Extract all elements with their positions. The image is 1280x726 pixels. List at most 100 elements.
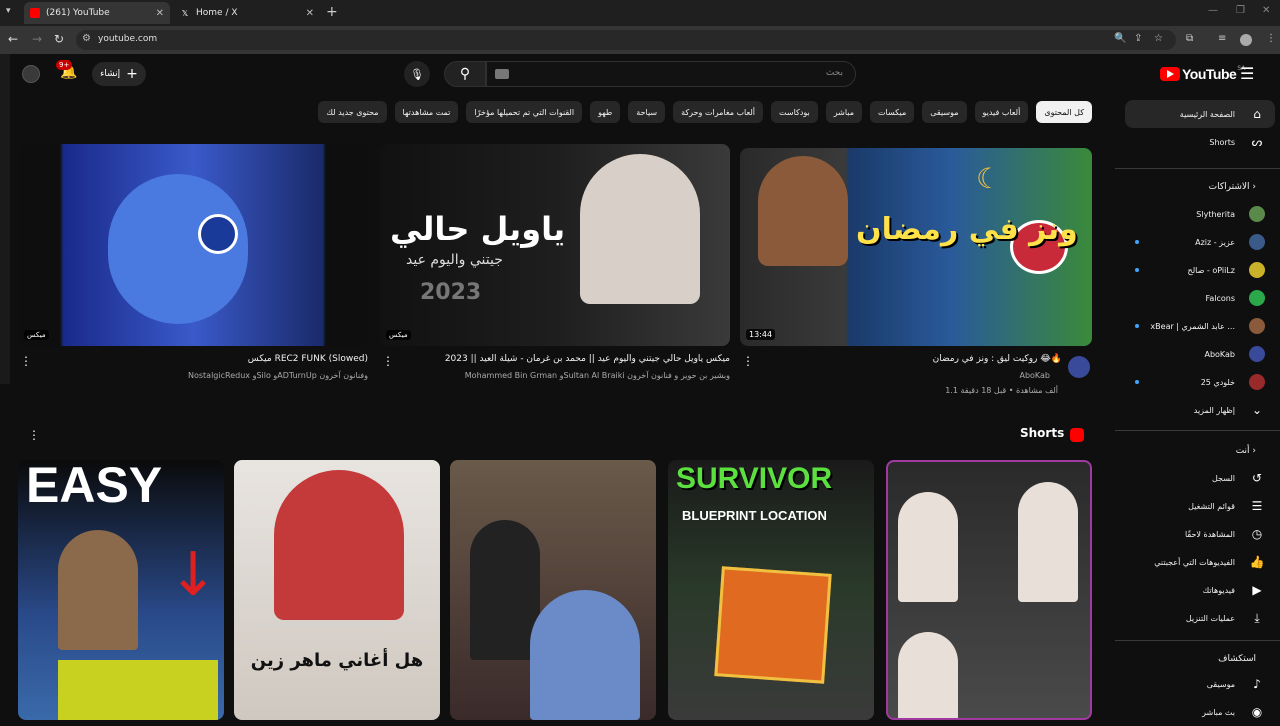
subscriptions-header[interactable]: الاشتراكات › — [1209, 182, 1256, 192]
sidebar-item-music[interactable]: موسيقى ♪ — [1125, 670, 1275, 698]
video-title[interactable]: ميكس ياويل حالي جيتني واليوم عيد || محمد… — [445, 354, 730, 364]
sidebar-item-live[interactable]: بث مباشر ◉ — [1125, 698, 1275, 726]
sidebar-item-sub[interactable]: Slytherita — [1125, 200, 1275, 228]
reload-icon[interactable]: ↻ — [54, 32, 64, 46]
sidebar-item-label: Shorts — [1209, 137, 1235, 147]
video-thumbnail[interactable]: ☾ ونز في رمضان 13:44 — [740, 148, 1092, 346]
red-arrow-icon: ↓ — [168, 540, 219, 610]
chip-action-adventure[interactable]: ألعاب مغامرات وحركة — [673, 101, 764, 123]
youtube-logo[interactable]: YouTube SA — [1160, 65, 1245, 82]
chip-podcasts[interactable]: بودكاست — [771, 101, 818, 123]
sidebar-item-sub[interactable]: AboKab — [1125, 340, 1275, 368]
minimize-icon[interactable]: — — [1208, 5, 1218, 16]
short-thumbnail[interactable]: EASY ↓ — [18, 460, 224, 720]
chip-cooking[interactable]: طهو — [590, 101, 621, 123]
short-thumbnail[interactable]: SURVIVOR BLUEPRINT LOCATION — [668, 460, 874, 720]
zoom-icon[interactable]: 🔍 — [1114, 33, 1126, 44]
home-icon: ⌂ — [1253, 107, 1261, 121]
search-input[interactable]: بحث — [486, 61, 856, 87]
cast-icon[interactable]: ⇪ — [1134, 33, 1142, 44]
more-options-icon[interactable]: ⋮ — [742, 354, 754, 368]
video-thumbnail[interactable]: ياويل حالي جيتني واليوم عيد 2023 ميكس — [380, 144, 730, 346]
youtube-logo-text: YouTube SA — [1160, 65, 1245, 82]
you-header[interactable]: أنت › — [1236, 446, 1256, 456]
channel-name[interactable]: AboKab — [1019, 371, 1050, 380]
omnibox[interactable]: ⚙ youtube.com — [76, 30, 1176, 50]
person-figure — [898, 632, 958, 718]
sidebar-item-shorts[interactable]: Shorts ᔕ — [1125, 128, 1275, 156]
short-thumbnail[interactable]: هل أغاني ماهر زين — [234, 460, 440, 720]
notifications-button[interactable]: 🔔 9+ — [56, 60, 77, 80]
chip-all[interactable]: كل المحتوى — [1036, 101, 1092, 123]
sidebar-item-show-more[interactable]: إظهار المزيد ⌄ — [1125, 396, 1275, 424]
back-icon[interactable]: ← — [8, 32, 18, 46]
new-content-dot — [1135, 268, 1139, 272]
chip-mixes[interactable]: ميكسات — [870, 101, 915, 123]
chip-tourism[interactable]: سياحة — [628, 101, 666, 123]
voice-search-button[interactable]: 🎙 — [404, 61, 430, 87]
profile-avatar[interactable] — [1240, 34, 1252, 46]
bookmark-star-icon[interactable]: ☆ — [1154, 33, 1163, 44]
music-icon: ♪ — [1253, 677, 1261, 691]
sidebar-item-label: Slytherita — [1196, 209, 1235, 219]
short-thumbnail[interactable] — [450, 460, 656, 720]
chip-watched[interactable]: تمت مشاهدتها — [394, 101, 459, 123]
sidebar-item-history[interactable]: السجل ↺ — [1125, 464, 1275, 492]
download-icon: ⤓ — [1254, 610, 1260, 625]
tab-youtube[interactable]: (261) YouTube ✕ — [24, 2, 170, 24]
sidebar-item-home[interactable]: الصفحة الرئيسية ⌂ — [1125, 100, 1275, 128]
video-icon: ▶ — [1252, 583, 1262, 597]
site-settings-icon[interactable]: ⚙ — [82, 33, 91, 44]
chip-gaming[interactable]: ألعاب فيديو — [974, 101, 1029, 123]
sidebar-item-watch-later[interactable]: المشاهدة لاحقًا ◷ — [1125, 520, 1275, 548]
more-options-icon[interactable]: ⋮ — [28, 428, 40, 442]
new-tab-icon[interactable]: + — [326, 4, 338, 20]
person-figure — [580, 154, 700, 304]
close-icon[interactable]: ✕ — [306, 8, 314, 19]
sidebar-item-sub[interactable]: Falcons — [1125, 284, 1275, 312]
sidebar-item-downloads[interactable]: عمليات التنزيل ⤓ — [1125, 604, 1275, 632]
reading-list-icon[interactable]: ≡ — [1218, 33, 1226, 44]
short-title: هل أغاني ماهر زين — [250, 650, 424, 671]
sidebar-item-liked[interactable]: الفيديوهات التي أعجبتني 👍 — [1125, 548, 1275, 576]
sidebar-item-sub[interactable]: Aziz - عزيز — [1125, 228, 1275, 256]
tab-x[interactable]: 𝕏 Home / X ✕ — [174, 2, 320, 24]
sidebar-item-label: خلودي 25 — [1200, 377, 1235, 387]
menu-icon[interactable]: ☰ — [1240, 64, 1254, 83]
sidebar-item-your-videos[interactable]: فيديوهاتك ▶ — [1125, 576, 1275, 604]
chip-new-to-you[interactable]: محتوى جديد لك — [318, 101, 387, 123]
forward-icon[interactable]: → — [32, 32, 42, 46]
video-thumbnail[interactable]: ميكس — [18, 144, 368, 346]
search-button[interactable]: ⚲ — [444, 61, 486, 87]
more-options-icon[interactable]: ⋮ — [382, 354, 394, 368]
tab-search-icon[interactable]: ▾ — [6, 6, 11, 16]
keyboard-icon[interactable] — [495, 69, 509, 79]
short-thumbnail[interactable] — [886, 460, 1092, 720]
account-avatar[interactable] — [22, 65, 40, 83]
channel-name[interactable]: Mohammed Bin Grman وSultan Al Braiki وبش… — [465, 371, 730, 380]
sidebar-item-playlists[interactable]: قوائم التشغيل ☰ — [1125, 492, 1275, 520]
sidebar-item-sub[interactable]: صالح - oPiiLz — [1125, 256, 1275, 284]
channel-name[interactable]: NostalgicRedux وSilo وADTurnUp وفنانون آ… — [188, 371, 368, 380]
close-icon[interactable]: ✕ — [156, 8, 164, 19]
maximize-icon[interactable]: ❐ — [1236, 5, 1245, 16]
chip-music[interactable]: موسيقى — [922, 101, 967, 123]
sidebar-item-sub[interactable]: xBear | عابد الشمري ... — [1125, 312, 1275, 340]
channel-avatar[interactable] — [1068, 356, 1090, 378]
anime-eye — [198, 214, 238, 254]
sidebar-item-label: المشاهدة لاحقًا — [1184, 529, 1235, 539]
video-title[interactable]: روكيت ليق : ونز في رمضان 😂🔥 — [933, 354, 1062, 364]
video-title[interactable]: ميكس REC2 FUNK (Slowed) — [248, 354, 368, 364]
browser-menu-icon[interactable]: ⋮ — [1266, 33, 1276, 44]
extensions-icon[interactable]: ⧉ — [1186, 33, 1193, 44]
window-close-icon[interactable]: ✕ — [1262, 5, 1270, 16]
sidebar-divider — [1115, 640, 1280, 641]
chip-recently-uploaded[interactable]: القنوات التي تم تحميلها مؤخرًا — [466, 101, 583, 123]
channel-avatar — [1249, 374, 1265, 390]
sidebar-item-sub[interactable]: خلودي 25 — [1125, 368, 1275, 396]
short-title: EASY — [26, 460, 163, 513]
create-button[interactable]: إنشاء + — [92, 62, 146, 86]
sidebar-item-label: Falcons — [1205, 293, 1235, 303]
chip-live[interactable]: مباشر — [825, 101, 863, 123]
more-options-icon[interactable]: ⋮ — [20, 354, 32, 368]
